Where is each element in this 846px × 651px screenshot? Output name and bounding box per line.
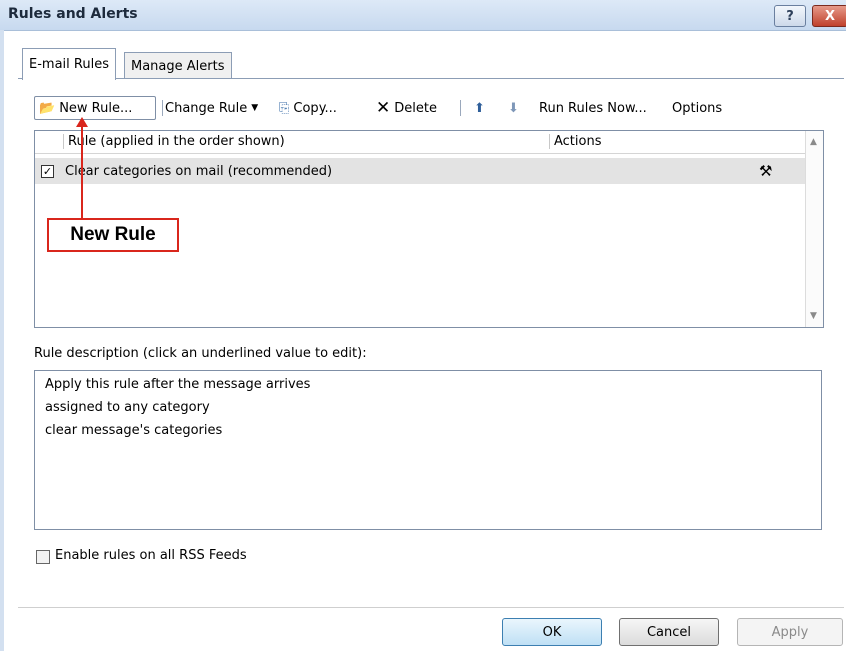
move-down-icon[interactable]: ⬇ [508, 96, 519, 120]
copy-button[interactable]: ⎘ Copy... [279, 96, 337, 120]
rules-list-scrollbar[interactable]: ▲ ▼ [805, 131, 823, 327]
rss-rules-label: Enable rules on all RSS Feeds [55, 548, 247, 563]
delete-label: Delete [394, 100, 437, 116]
scroll-down-icon[interactable]: ▼ [810, 311, 817, 321]
change-rule-label: Change Rule [165, 100, 248, 116]
toolbar-separator [460, 100, 461, 116]
rule-enabled-checkbox[interactable]: ✓ [41, 164, 54, 178]
tab-manage-alerts[interactable]: Manage Alerts [124, 52, 232, 79]
rule-description-label: Rule description (click an underlined va… [34, 346, 367, 361]
new-rule-button[interactable]: 📂 New Rule... [34, 96, 156, 120]
delete-icon: ✕ [376, 98, 391, 118]
copy-label: Copy... [293, 100, 337, 116]
column-header-rule[interactable]: Rule (applied in the order shown) [63, 134, 285, 149]
rss-rules-checkbox[interactable] [36, 550, 50, 564]
rule-description-box[interactable]: Apply this rule after the message arrive… [34, 370, 822, 530]
bottom-divider [18, 607, 844, 608]
rule-name: Clear categories on mail (recommended) [65, 163, 333, 179]
toolbar-separator [162, 100, 163, 116]
description-line: Apply this rule after the message arrive… [45, 377, 311, 392]
tab-email-rules[interactable]: E-mail Rules [22, 48, 116, 80]
list-header: Rule (applied in the order shown) Action… [35, 131, 805, 154]
scroll-up-icon[interactable]: ▲ [810, 137, 817, 147]
ok-button[interactable]: OK [502, 618, 602, 646]
apply-button[interactable]: Apply [737, 618, 843, 646]
new-rule-callout: New Rule [47, 218, 179, 252]
description-line: clear message's categories [45, 423, 223, 438]
close-button[interactable]: X [812, 5, 846, 27]
help-button[interactable]: ? [774, 5, 806, 27]
move-up-icon[interactable]: ⬆ [474, 96, 485, 120]
rules-toolbar: 📂 New Rule... Change Rule ▼ ⎘ Copy... ✕ … [34, 96, 794, 120]
run-rules-now-button[interactable]: Run Rules Now... [539, 96, 647, 120]
delete-button[interactable]: ✕ Delete [376, 96, 437, 120]
copy-icon: ⎘ [279, 100, 290, 116]
new-rule-label: New Rule... [59, 100, 133, 116]
callout-line [81, 127, 83, 219]
change-rule-button[interactable]: Change Rule ▼ [165, 96, 258, 120]
column-header-actions[interactable]: Actions [549, 134, 602, 149]
cancel-button[interactable]: Cancel [619, 618, 719, 646]
chevron-down-icon: ▼ [251, 103, 259, 113]
window-title: Rules and Alerts [8, 6, 138, 22]
options-button[interactable]: Options [672, 96, 722, 120]
window-frame [0, 30, 4, 651]
description-line: assigned to any category [45, 400, 210, 415]
callout-arrow-icon [76, 117, 88, 127]
title-bar: Rules and Alerts ? X [0, 0, 846, 31]
new-rule-icon: 📂 [39, 100, 56, 116]
rule-actions-icon[interactable]: ⚒ [759, 162, 772, 180]
rule-row[interactable]: ✓ Clear categories on mail (recommended)… [35, 158, 805, 184]
